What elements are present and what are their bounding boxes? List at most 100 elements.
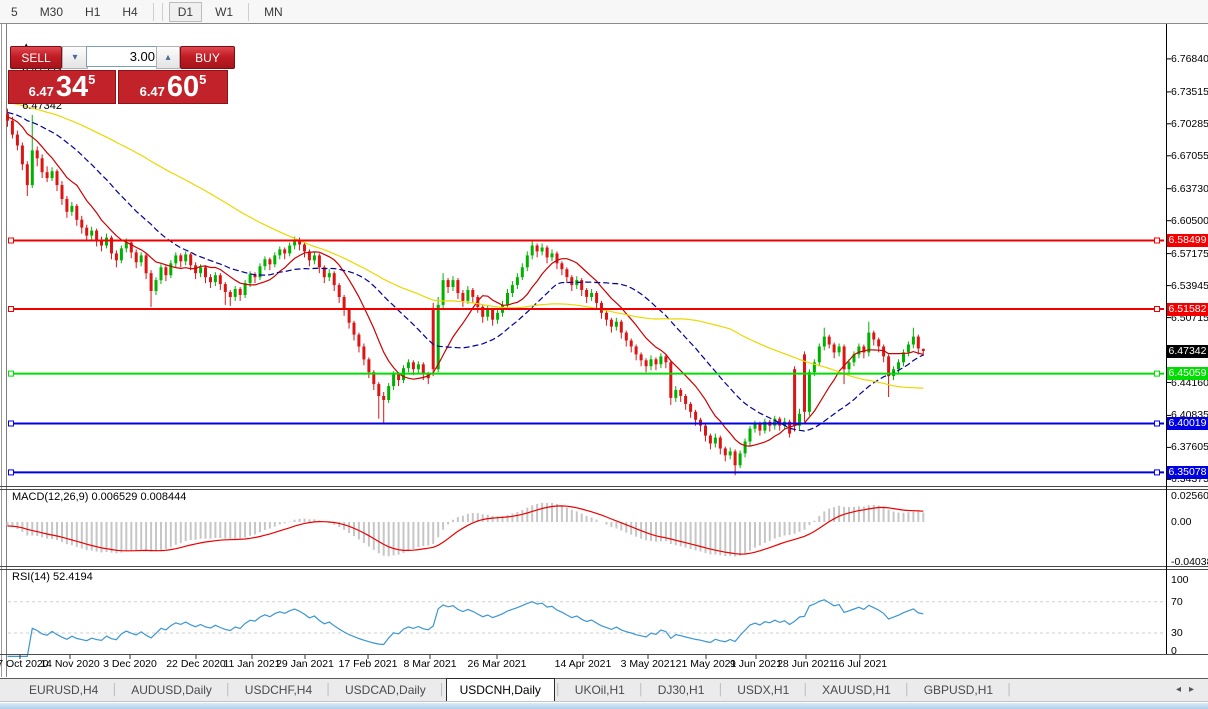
volume-decrease-button[interactable]: ▾ — [62, 46, 88, 69]
candle — [515, 273, 519, 289]
candle — [659, 353, 663, 369]
candle — [243, 280, 247, 298]
price-axis-tick: 6.63730 — [1171, 183, 1208, 195]
sell-button[interactable]: SELL — [10, 46, 62, 69]
candle — [525, 251, 529, 272]
level-line-handle[interactable] — [8, 370, 14, 377]
tab-scroll-arrows: ◂▸ — [1176, 684, 1202, 695]
candle — [510, 281, 514, 297]
candle — [644, 358, 648, 373]
buy-button[interactable]: BUY — [180, 46, 235, 69]
price-axis-tick: 6.73515 — [1171, 86, 1208, 98]
chart-tab-usdx[interactable]: USDX,H1 — [724, 679, 802, 701]
candle — [288, 242, 292, 257]
candle — [565, 267, 569, 284]
chart-tab-usdcad[interactable]: USDCAD,Daily — [332, 679, 439, 701]
candle — [382, 392, 386, 424]
rsi-axis-tick: 70 — [1171, 596, 1183, 608]
chart-tab-xauusd[interactable]: XAUUSD,H1 — [809, 679, 904, 701]
candle — [491, 307, 495, 326]
date-axis-label: 16 Jul 2021 — [832, 658, 888, 670]
candlestick-chart[interactable] — [0, 0, 1208, 709]
candle — [218, 273, 222, 290]
price-axis-tick: 6.70285 — [1171, 118, 1208, 130]
candle — [793, 366, 797, 432]
macd-signal-line — [7, 505, 924, 555]
tab-separator-icon: │ — [111, 684, 119, 696]
tab-separator-icon: │ — [1006, 684, 1013, 696]
candle — [887, 354, 891, 397]
candle — [134, 249, 138, 269]
candle — [496, 308, 500, 324]
candle — [406, 359, 410, 373]
level-line-handle[interactable] — [8, 306, 14, 312]
candle — [362, 343, 366, 366]
candle — [763, 418, 767, 434]
candle — [609, 317, 613, 333]
level-price-badge: 6.58499 — [1167, 234, 1208, 247]
date-axis-label: 14 Apr 2021 — [554, 658, 612, 670]
date-axis-label: 8 Mar 2021 — [403, 658, 457, 670]
candle — [669, 360, 673, 405]
rsi-value: 52.4194 — [52, 571, 93, 583]
candle — [451, 276, 455, 291]
ma-line-60 — [7, 101, 924, 389]
tab-separator-icon: │ — [802, 684, 810, 696]
date-axis-label: 29 Jan 2021 — [276, 658, 334, 670]
price-axis-tick: 6.76840 — [1171, 53, 1208, 65]
level-line-handle[interactable] — [1154, 370, 1160, 377]
buy-price-display[interactable]: 6.47 60 5 — [118, 70, 228, 104]
candle — [540, 243, 544, 256]
candle — [144, 253, 148, 280]
chart-tab-eurusd[interactable]: EURUSD,H4 — [16, 679, 111, 701]
candle — [110, 235, 113, 260]
mt4-window: 5M30H1H4D1W1MN ▲ USDCNH,Daily 6.47553 6.… — [0, 0, 1208, 709]
chart-tab-bar: EURUSD,H4 │ AUDUSD,Daily │ USDCHF,H4 │ USDCAD,… — [0, 678, 1208, 702]
level-line-handle[interactable] — [8, 237, 14, 244]
chart-tab-dj30[interactable]: DJ30,H1 — [645, 679, 718, 701]
level-price-badge: 6.45059 — [1167, 367, 1208, 380]
candle — [233, 286, 237, 301]
tab-scroll-left-icon[interactable]: ◂ — [1176, 684, 1189, 695]
candle — [738, 450, 742, 469]
chart-tab-usdchf[interactable]: USDCHF,H4 — [232, 679, 325, 701]
tab-separator-icon: │ — [903, 684, 911, 696]
candle — [164, 265, 168, 282]
candle — [213, 272, 217, 287]
candle — [902, 349, 905, 367]
chart-tab-audusd[interactable]: AUDUSD,Daily — [118, 679, 225, 701]
candle — [728, 447, 732, 460]
candle — [708, 433, 712, 450]
level-line-handle[interactable] — [1154, 469, 1160, 476]
level-line-handle[interactable] — [1154, 306, 1160, 312]
volume-increase-button[interactable]: ▴ — [156, 46, 180, 69]
sell-price-display[interactable]: 6.47 34 5 — [8, 70, 116, 104]
candle — [367, 357, 371, 379]
level-line-handle[interactable] — [1154, 237, 1160, 244]
candle — [634, 344, 638, 361]
chart-tab-usdcnh[interactable]: USDCNH,Daily — [445, 678, 555, 701]
candle — [713, 433, 717, 448]
candle — [857, 343, 861, 359]
rsi-axis-tick: 100 — [1171, 574, 1189, 586]
candle — [169, 260, 173, 279]
level-line-handle[interactable] — [1154, 420, 1160, 427]
candle — [342, 295, 346, 316]
level-line-handle[interactable] — [8, 420, 14, 427]
candle — [649, 355, 653, 371]
chart-tab-ukoil[interactable]: UKOil,H1 — [562, 679, 638, 701]
chart-tab-gbpusd[interactable]: GBPUSD,H1 — [911, 679, 1006, 701]
candle — [822, 327, 826, 351]
candle — [867, 321, 871, 357]
candle — [461, 290, 465, 307]
candle — [149, 270, 153, 307]
level-line-handle[interactable] — [8, 469, 14, 476]
volume-input[interactable] — [86, 46, 161, 67]
candle — [238, 287, 242, 301]
tab-scroll-right-icon[interactable]: ▸ — [1189, 684, 1202, 695]
candle — [481, 304, 485, 323]
candle — [95, 228, 99, 247]
candle — [718, 435, 722, 455]
current-price-badge: 6.47342 — [1167, 345, 1208, 358]
tab-separator-icon: │ — [554, 684, 562, 696]
